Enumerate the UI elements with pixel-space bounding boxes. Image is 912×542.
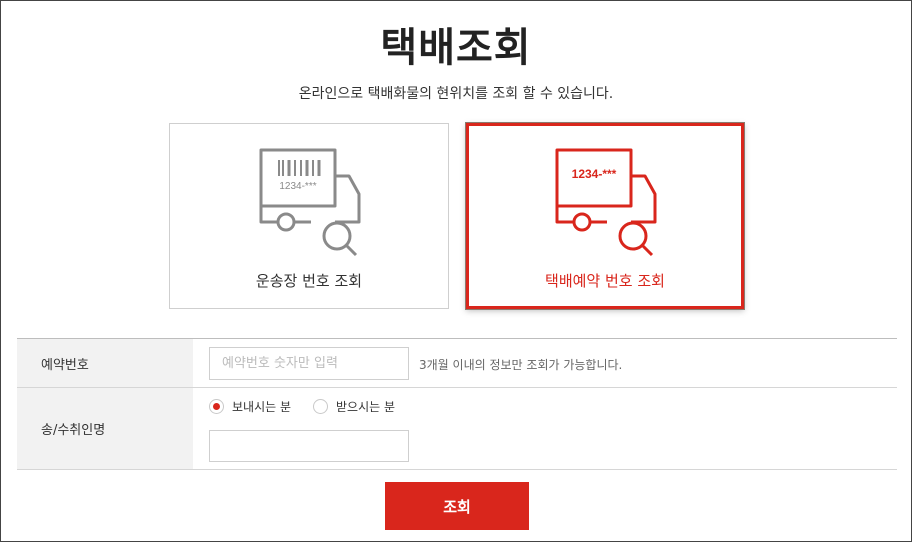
waybill-card-label: 운송장 번호 조회 bbox=[255, 272, 363, 290]
reservation-number-label: 예약번호 bbox=[17, 339, 193, 387]
name-input[interactable] bbox=[209, 430, 409, 462]
truck-barcode-search-icon: 1234-*** bbox=[259, 148, 361, 257]
page-title: 택배조회 bbox=[380, 25, 532, 71]
reservation-hint: 3개월 이내의 정보만 조회가 가능합니다. bbox=[419, 358, 623, 372]
reservation-number-search-card[interactable]: 1234-*** 택배예약 번호 조회 bbox=[465, 122, 745, 310]
radio-selected-dot bbox=[213, 403, 220, 410]
sender-receiver-radio-group: 보내시는 분 받으시는 분 bbox=[209, 398, 395, 415]
name-row: 송/수취인명 보내시는 분 받으시는 분 bbox=[17, 388, 897, 470]
reservation-card-label: 택배예약 번호 조회 bbox=[545, 272, 665, 290]
waybill-number-text: 1234-*** bbox=[279, 181, 316, 192]
radio-receiver-circle[interactable] bbox=[313, 399, 329, 414]
page-subtitle: 온라인으로 택배화물의 현위치를 조회 할 수 있습니다. bbox=[298, 86, 614, 102]
name-label: 송/수취인명 bbox=[17, 388, 193, 469]
radio-sender-circle[interactable] bbox=[209, 399, 224, 414]
search-form: 예약번호 예약번호 숫자만 입력 3개월 이내의 정보만 조회가 가능합니다. … bbox=[17, 338, 897, 470]
radio-receiver-label: 받으시는 분 bbox=[336, 400, 396, 414]
reservation-number-row: 예약번호 예약번호 숫자만 입력 3개월 이내의 정보만 조회가 가능합니다. bbox=[17, 339, 897, 388]
waybill-number-search-card[interactable]: 1234-*** 운송장 번호 조회 bbox=[169, 123, 449, 309]
search-submit-button[interactable]: 조회 bbox=[385, 482, 529, 530]
truck-number-search-icon: 1234-*** bbox=[555, 148, 657, 257]
radio-sender[interactable]: 보내시는 분 bbox=[209, 398, 291, 415]
reservation-number-input[interactable]: 예약번호 숫자만 입력 bbox=[209, 347, 409, 380]
radio-sender-label: 보내시는 분 bbox=[232, 400, 292, 414]
reservation-number-text: 1234-*** bbox=[572, 167, 617, 181]
radio-receiver[interactable]: 받으시는 분 bbox=[313, 398, 395, 415]
